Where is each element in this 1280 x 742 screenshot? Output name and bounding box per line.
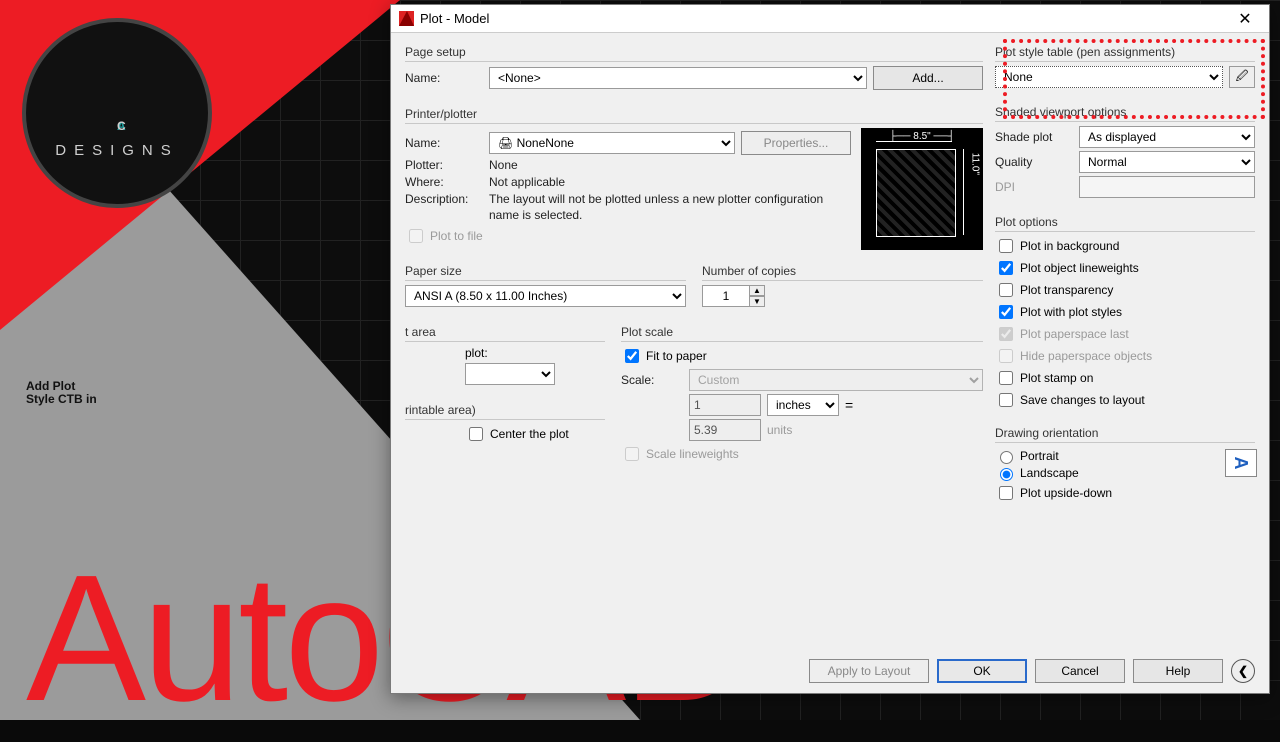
plotter-label: Plotter: xyxy=(405,158,483,172)
plot-scale-label: Plot scale xyxy=(621,325,983,339)
fit-to-paper-label: Fit to paper xyxy=(646,349,707,363)
page-setup-name-label: Name: xyxy=(405,71,483,85)
dpi-input xyxy=(1079,176,1255,198)
upside-down-checkbox[interactable] xyxy=(999,486,1013,500)
what-to-plot-label: plot: xyxy=(465,346,488,360)
group-orientation: Drawing orientation Portrait Landscape P… xyxy=(995,424,1255,511)
scale-label: Scale: xyxy=(621,373,683,387)
preview-height: 11.0" xyxy=(969,153,980,175)
opt-lineweights-checkbox[interactable] xyxy=(999,261,1013,275)
scale-lineweights-label: Scale lineweights xyxy=(646,447,739,461)
where-value: Not applicable xyxy=(489,175,565,189)
plotter-value: None xyxy=(489,158,518,172)
headline-line1: Add Plot xyxy=(26,380,97,393)
shaded-viewport-label: Shaded viewport options xyxy=(995,105,1255,119)
paper-size-label: Paper size xyxy=(405,264,686,278)
scale-lineweights-checkbox xyxy=(625,447,639,461)
group-shaded-viewport: Shaded viewport options Shade plot As di… xyxy=(995,103,1255,207)
copies-up[interactable]: ▲ xyxy=(749,285,765,296)
group-page-setup: Page setup Name: <None> Add... xyxy=(405,43,983,99)
scale-unit-select[interactable]: inches xyxy=(767,394,839,416)
logo-designs: DESIGNS xyxy=(55,142,179,159)
printer-name-select[interactable]: 🖨 NoneNone xyxy=(489,132,735,154)
scale-units-label: units xyxy=(767,423,792,437)
paper-preview: ├── 8.5" ──┤ 11.0" xyxy=(861,128,983,250)
dialog-title: Plot - Model xyxy=(420,11,489,26)
collapse-options-button[interactable]: ❮ xyxy=(1231,659,1255,683)
copies-label: Number of copies xyxy=(702,264,983,278)
description-value: The layout will not be plotted unless a … xyxy=(489,192,851,223)
group-printer: Printer/plotter Name: 🖨 NoneNone Propert… xyxy=(405,105,983,256)
center-plot-checkbox[interactable] xyxy=(469,427,483,441)
close-button[interactable]: ✕ xyxy=(1225,7,1265,31)
scale-numerator xyxy=(689,394,761,416)
opt-stamp-checkbox[interactable] xyxy=(999,371,1013,385)
copies-input[interactable] xyxy=(702,285,750,307)
quality-select[interactable]: Normal xyxy=(1079,151,1255,173)
orientation-label: Drawing orientation xyxy=(995,426,1255,440)
plot-area-label: t area xyxy=(405,325,605,339)
shade-plot-select[interactable]: As displayed xyxy=(1079,126,1255,148)
group-plot-area: t area plot: rintable area) Center the p… xyxy=(405,323,605,472)
printer-name-label: Name: xyxy=(405,136,483,150)
plot-to-file-label: Plot to file xyxy=(430,229,483,243)
cancel-button[interactable]: Cancel xyxy=(1035,659,1125,683)
brand-logo: AC DESIGNS xyxy=(22,18,212,208)
quality-label: Quality xyxy=(995,155,1073,169)
shade-plot-label: Shade plot xyxy=(995,130,1073,144)
group-paper-size: Paper size ANSI A (8.50 x 11.00 Inches) xyxy=(405,262,686,313)
opt-save-layout-checkbox[interactable] xyxy=(999,393,1013,407)
orientation-icon: A xyxy=(1225,449,1257,477)
titlebar[interactable]: Plot - Model ✕ xyxy=(391,5,1269,33)
autocad-app-icon xyxy=(399,11,414,26)
add-page-setup-button[interactable]: Add... xyxy=(873,66,983,90)
opt-plotstyles-checkbox[interactable] xyxy=(999,305,1013,319)
description-label: Description: xyxy=(405,192,483,206)
center-plot-label: Center the plot xyxy=(490,427,569,441)
plot-style-table-label: Plot style table (pen assignments) xyxy=(995,45,1255,59)
plot-to-file-checkbox xyxy=(409,229,423,243)
ok-button[interactable]: OK xyxy=(937,659,1027,683)
scale-select: Custom xyxy=(689,369,983,391)
printer-properties-button[interactable]: Properties... xyxy=(741,131,851,155)
opt-paperspace-last-checkbox xyxy=(999,327,1013,341)
group-plot-style-table: Plot style table (pen assignments) None … xyxy=(995,43,1255,97)
edit-plot-style-button[interactable]: 🖉 xyxy=(1229,66,1255,88)
opt-hide-paperspace-checkbox xyxy=(999,349,1013,363)
plot-options-label: Plot options xyxy=(995,215,1255,229)
printer-section-label: Printer/plotter xyxy=(405,107,983,121)
plot-offset-label: rintable area) xyxy=(405,403,605,417)
what-to-plot-select[interactable] xyxy=(465,363,555,385)
plot-style-select[interactable]: None xyxy=(995,66,1223,88)
group-plot-scale: Plot scale Fit to paper Scale: Custom xyxy=(621,323,983,472)
opt-transparency-checkbox[interactable] xyxy=(999,283,1013,297)
page-setup-name-select[interactable]: <None> xyxy=(489,67,867,89)
landscape-radio[interactable] xyxy=(1000,468,1013,481)
help-button[interactable]: Help xyxy=(1133,659,1223,683)
group-plot-options: Plot options Plot in background Plot obj… xyxy=(995,213,1255,418)
apply-to-layout-button[interactable]: Apply to Layout xyxy=(809,659,929,683)
equals-icon: = xyxy=(845,397,853,413)
plot-dialog: Plot - Model ✕ Page setup Name: <None> A… xyxy=(390,4,1270,694)
copies-down[interactable]: ▼ xyxy=(749,296,765,307)
dpi-label: DPI xyxy=(995,180,1073,194)
portrait-radio[interactable] xyxy=(1000,451,1013,464)
where-label: Where: xyxy=(405,175,483,189)
headline-line2: Style CTB in xyxy=(26,393,97,406)
scale-denominator xyxy=(689,419,761,441)
page-setup-label: Page setup xyxy=(405,45,983,59)
group-copies: Number of copies ▲ ▼ xyxy=(702,262,983,313)
fit-to-paper-checkbox[interactable] xyxy=(625,349,639,363)
dialog-footer: Apply to Layout OK Cancel Help ❮ xyxy=(391,659,1269,683)
opt-background-checkbox[interactable] xyxy=(999,239,1013,253)
headline: Add Plot Style CTB in xyxy=(26,380,97,405)
paper-size-select[interactable]: ANSI A (8.50 x 11.00 Inches) xyxy=(405,285,686,307)
